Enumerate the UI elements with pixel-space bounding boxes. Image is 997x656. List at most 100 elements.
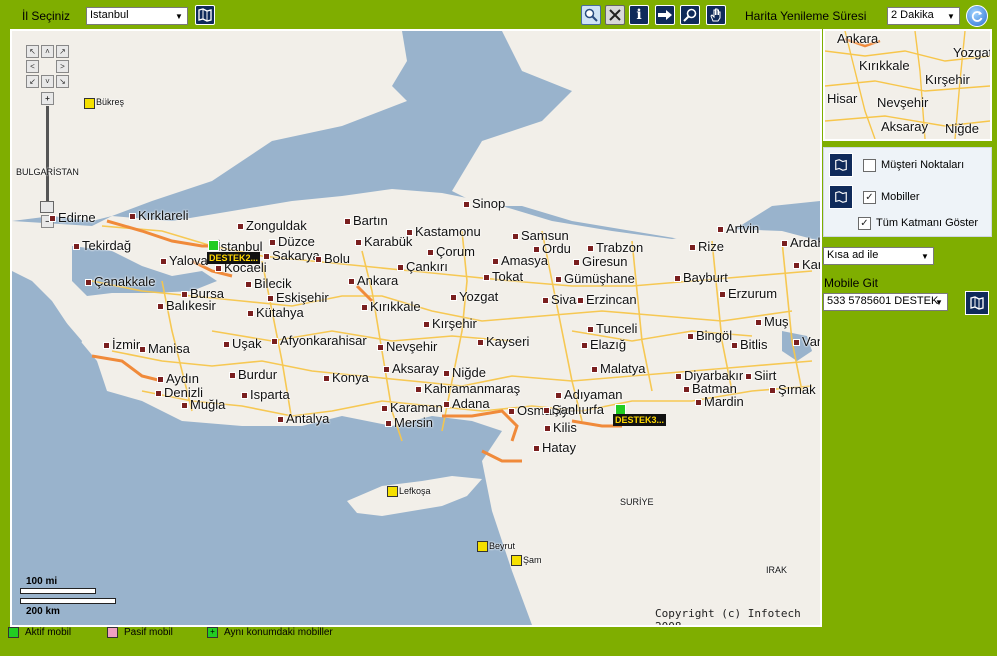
vehicle-label[interactable]: DESTEK2...: [207, 252, 261, 264]
city-label: Niğde: [452, 365, 486, 380]
zoom-in-icon[interactable]: [680, 5, 700, 25]
pan-south-button[interactable]: ˅: [41, 75, 54, 88]
map-layer-icon[interactable]: [829, 185, 853, 209]
city-marker-icon: [675, 373, 682, 380]
city-marker-icon: [229, 372, 236, 379]
city-marker-icon: [443, 370, 450, 377]
city-label: Adana: [452, 396, 490, 411]
city-label: Manisa: [148, 341, 190, 356]
city-marker-icon: [381, 405, 388, 412]
mobile-select[interactable]: 533 5785601 DESTEK ▼: [823, 293, 948, 311]
pan-southeast-button[interactable]: ↘: [56, 75, 69, 88]
minimap-city-label: Hisar: [827, 91, 858, 106]
city-marker-icon: [492, 258, 499, 265]
city-marker-icon: [427, 249, 434, 256]
city-label: Mersin: [394, 415, 434, 430]
city-label: Van: [802, 334, 822, 349]
map-layer-icon[interactable]: [195, 5, 215, 25]
city-marker-icon: [717, 226, 724, 233]
sort-select[interactable]: Kısa ad ile ▼: [823, 247, 934, 265]
city-marker-icon: [315, 256, 322, 263]
active-mobile-icon: [8, 627, 19, 638]
city-label: Nevşehir: [386, 339, 438, 354]
city-label: Yozgat: [459, 289, 499, 304]
info-icon[interactable]: i: [629, 5, 649, 25]
pan-east-button[interactable]: ˃: [56, 60, 69, 73]
minimap-city-label: Ankara: [837, 31, 879, 46]
city-marker-icon: [555, 392, 562, 399]
city-label: Kayseri: [486, 334, 530, 349]
city-marker-icon: [674, 275, 681, 282]
mobiles-checkbox[interactable]: ✓: [863, 190, 876, 204]
zoom-area-icon[interactable]: [581, 5, 601, 25]
city-marker-icon: [577, 297, 584, 304]
scale-bar-miles: [20, 588, 96, 594]
map-layer-icon[interactable]: [829, 153, 853, 177]
city-marker-icon: [139, 346, 146, 353]
city-label: Bitlis: [740, 337, 768, 352]
city-marker-icon: [344, 218, 351, 225]
scale-label-miles: 100 mi: [26, 576, 58, 587]
city-marker-icon: [745, 373, 752, 380]
province-select[interactable]: Istanbul ▼: [86, 7, 188, 25]
same-location-mobile-icon: +: [207, 627, 218, 638]
refresh-icon[interactable]: [966, 5, 988, 27]
city-label: Erzurum: [728, 286, 778, 301]
city-marker-icon: [423, 321, 430, 328]
pan-northwest-button[interactable]: ↖: [26, 45, 39, 58]
customer-points-checkbox[interactable]: [863, 158, 876, 172]
zoom-in-button[interactable]: +: [41, 92, 54, 105]
city-marker-icon: [269, 239, 276, 246]
zoom-slider-track[interactable]: [46, 106, 49, 206]
vehicle-label[interactable]: DESTEK3...: [613, 414, 667, 426]
refresh-interval-select[interactable]: 2 Dakika ▼: [887, 7, 960, 25]
mobile-goto-label: Mobile Git: [824, 276, 879, 290]
city-label: Çorum: [436, 244, 476, 259]
city-marker-icon: [348, 278, 355, 285]
city-label: Gümüşhane: [564, 271, 635, 286]
city-label: Elazığ: [590, 337, 627, 352]
chevron-down-icon: ▼: [947, 11, 955, 21]
zoom-slider-handle[interactable]: [40, 201, 54, 213]
goto-mobile-icon[interactable]: [965, 291, 989, 315]
vehicle-marker-icon[interactable]: [208, 240, 219, 251]
city-label: Adıyaman: [564, 387, 623, 402]
city-marker-icon: [397, 264, 404, 271]
copyright-text: Copyright (c) Infotech 2008: [655, 607, 801, 627]
arrow-right-icon[interactable]: [655, 5, 675, 25]
refresh-interval-label: Harita Yenileme Süresi: [745, 9, 867, 23]
city-label: Çankırı: [406, 259, 448, 274]
city-marker-icon: [755, 319, 762, 326]
city-label: Tekirdağ: [82, 238, 132, 253]
city-marker-icon: [450, 294, 457, 301]
pan-west-button[interactable]: ˂: [26, 60, 39, 73]
city-label: Hatay: [542, 440, 576, 455]
city-marker-icon: [181, 291, 188, 298]
show-all-checkbox[interactable]: ✓: [858, 216, 871, 230]
minimap-city-label: Kırşehir: [925, 72, 970, 87]
customer-points-label: Müşteri Noktaları: [881, 159, 965, 171]
clear-icon[interactable]: [605, 5, 625, 25]
pan-north-button[interactable]: ˄: [41, 45, 54, 58]
show-all-label: Tüm Katmanı Göster: [876, 217, 979, 229]
pan-hand-icon[interactable]: [706, 5, 726, 25]
overview-map[interactable]: Ankara Yozgat Kırıkkale Kırşehir Hisar N…: [823, 29, 992, 141]
city-marker-icon: [463, 201, 470, 208]
city-label: Kırıkkale: [370, 299, 421, 314]
city-marker-icon: [267, 295, 274, 302]
city-label: Bilecik: [254, 276, 292, 291]
chevron-down-icon: ▼: [921, 251, 929, 261]
city-label: Afyonkarahisar: [280, 333, 367, 348]
main-map[interactable]: ↖ ˄ ↗ ˂ ˃ ↙ ˅ ↘ + − BULGARİSTAN SURİYE I…: [10, 29, 822, 627]
minimap-city-label: Nevşehir: [877, 95, 929, 110]
city-label: Bartın: [353, 213, 388, 228]
city-marker-icon: [157, 303, 164, 310]
city-marker-icon: [731, 342, 738, 349]
city-marker-icon: [241, 392, 248, 399]
pan-southwest-button[interactable]: ↙: [26, 75, 39, 88]
city-marker-icon: [383, 366, 390, 373]
city-label: Siirt: [754, 368, 777, 383]
legend-active: Aktif mobil: [8, 627, 71, 638]
pan-northeast-button[interactable]: ↗: [56, 45, 69, 58]
city-marker-icon: [769, 387, 776, 394]
